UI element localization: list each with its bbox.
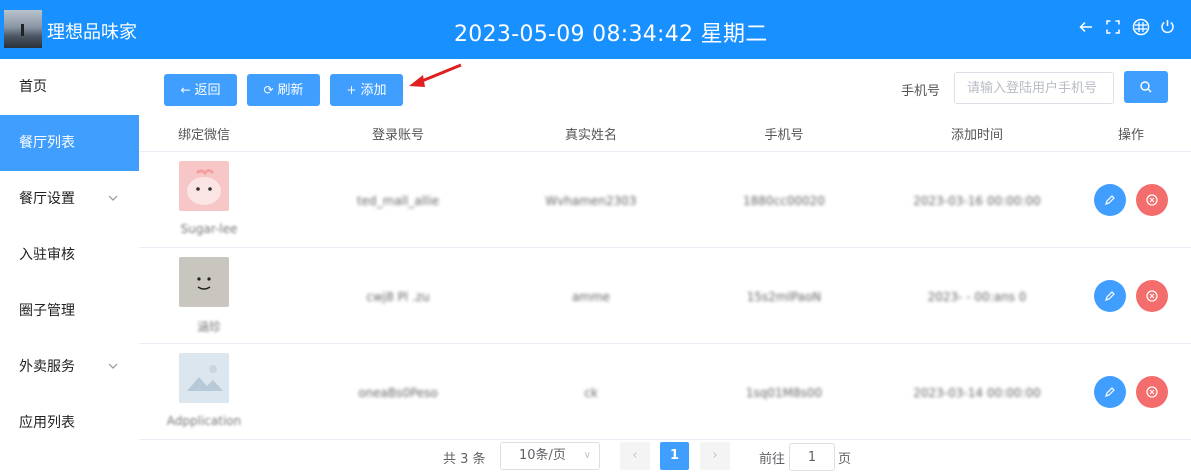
table-row: Adpplication oneaBs0Peso ck 1sq01M8s00 2…: [139, 343, 1191, 439]
column-header-phone: 手机号: [764, 128, 804, 143]
sidebar-item-label: 入驻审核: [19, 247, 75, 263]
time-cell: 2023-03-16 00:00:00: [913, 194, 1041, 208]
close-circle-icon: [1146, 194, 1158, 206]
sidebar-item-circle-management[interactable]: 圈子管理: [0, 283, 139, 339]
sidebar-item-takeout-service[interactable]: 外卖服务: [0, 339, 139, 395]
wechat-nickname: 涵珍: [196, 320, 221, 334]
sidebar-item-restaurant-settings[interactable]: 餐厅设置: [0, 171, 139, 227]
wechat-avatar: [179, 257, 229, 307]
delete-button[interactable]: [1136, 376, 1168, 408]
refresh-button-label: 刷新: [277, 83, 304, 98]
column-header-wechat: 绑定微信: [177, 128, 230, 143]
clock: 2023-05-09 08:34:42 星期二: [454, 22, 768, 47]
pencil-icon: [1105, 291, 1115, 301]
wechat-nickname: Sugar-lee: [180, 222, 238, 236]
wechat-avatar: [179, 161, 229, 211]
back-button[interactable]: ← 返回: [164, 74, 237, 106]
sidebar-item-home[interactable]: 首页: [0, 59, 139, 115]
next-page-button[interactable]: ›: [700, 442, 730, 470]
page-size-select[interactable]: 10条/页 ∨: [500, 442, 600, 470]
pagination-total: 共 3 条: [443, 452, 486, 467]
delete-button[interactable]: [1136, 184, 1168, 216]
sidebar-item-label: 应用列表: [19, 415, 75, 431]
chevron-left-icon: ‹: [632, 448, 638, 463]
page-suffix-label: 页: [838, 452, 852, 467]
add-button-label: 添加: [360, 83, 387, 98]
table-bottom-divider: [139, 439, 1191, 440]
close-circle-icon: [1146, 386, 1158, 398]
arrow-left-icon: ←: [180, 83, 191, 97]
goto-page-input[interactable]: [789, 443, 835, 471]
name-cell: Wvhamen2303: [545, 194, 637, 208]
account-cell: cwj8 Pl .zu: [366, 290, 430, 304]
delete-button[interactable]: [1136, 280, 1168, 312]
add-button[interactable]: + 添加: [330, 74, 403, 106]
table-row: 涵珍 cwj8 Pl .zu amme 15s2mlPaoN 2023- - 0…: [139, 247, 1191, 343]
account-cell: oneaBs0Peso: [358, 386, 438, 400]
column-header-account: 登录账号: [371, 128, 424, 143]
logo-image: [4, 10, 42, 48]
column-header-actions: 操作: [1117, 128, 1144, 143]
annotation-arrow: [409, 63, 462, 87]
column-header-time: 添加时间: [950, 128, 1003, 143]
time-cell: 2023-03-14 00:00:00: [913, 386, 1041, 400]
app-title: 理想品味家: [47, 22, 137, 43]
sidebar-item-label: 餐厅列表: [19, 135, 75, 151]
header-icons: [1078, 18, 1175, 40]
chevron-down-icon: [108, 339, 118, 395]
chevron-right-icon: ›: [712, 448, 718, 463]
page-size-label: 10条/页: [519, 448, 566, 463]
sidebar-item-label: 首页: [19, 79, 47, 95]
fullscreen-icon[interactable]: [1105, 18, 1121, 40]
sidebar-item-label: 餐厅设置: [19, 191, 75, 207]
pencil-icon: [1105, 195, 1115, 205]
chevron-down-icon: ∨: [583, 450, 591, 461]
sidebar-item-label: 圈子管理: [19, 303, 75, 319]
back-button-label: 返回: [194, 83, 221, 98]
phone-cell: 1880cc00020: [743, 194, 825, 208]
refresh-button[interactable]: ⟳ 刷新: [247, 74, 320, 106]
theme-icon[interactable]: [1132, 18, 1150, 40]
time-cell: 2023- - 00:ans 0: [927, 290, 1027, 304]
sidebar-item-label: 外卖服务: [19, 359, 75, 375]
goto-label: 前往: [759, 452, 786, 467]
top-bar: 理想品味家 2023-05-09 08:34:42 星期二: [0, 0, 1191, 59]
edit-button[interactable]: [1094, 280, 1126, 312]
sidebar-item-restaurant-list[interactable]: 餐厅列表: [0, 115, 139, 171]
search-label: 手机号: [901, 84, 941, 99]
close-circle-icon: [1146, 290, 1158, 302]
search-icon: [1140, 81, 1152, 93]
plus-icon: +: [346, 83, 357, 97]
wechat-nickname: Adpplication: [166, 414, 242, 428]
chevron-down-icon: [108, 171, 118, 227]
edit-button[interactable]: [1094, 184, 1126, 216]
current-page-button[interactable]: 1: [660, 442, 689, 470]
column-header-name: 真实姓名: [564, 128, 617, 143]
table-row: Sugar-lee ted_mall_allie Wvhamen2303 188…: [139, 151, 1191, 247]
sidebar: 首页 餐厅列表 餐厅设置 入驻审核 圈子管理 外卖服务 应用列表: [0, 59, 139, 476]
edit-button[interactable]: [1094, 376, 1126, 408]
account-cell: ted_mall_allie: [356, 194, 440, 208]
phone-cell: 15s2mlPaoN: [746, 290, 822, 304]
pencil-icon: [1105, 387, 1115, 397]
prev-page-button[interactable]: ‹: [620, 442, 650, 470]
phone-cell: 1sq01M8s00: [745, 386, 823, 400]
name-cell: amme: [571, 290, 611, 304]
phone-search-input[interactable]: [954, 72, 1114, 104]
power-icon[interactable]: [1159, 18, 1175, 40]
refresh-icon: ⟳: [263, 83, 274, 97]
sidebar-item-entry-review[interactable]: 入驻审核: [0, 227, 139, 283]
sidebar-item-app-list[interactable]: 应用列表: [0, 395, 139, 451]
back-arrow-icon[interactable]: [1078, 18, 1094, 40]
name-cell: ck: [584, 386, 598, 400]
search-button[interactable]: [1124, 71, 1168, 103]
wechat-avatar: [179, 353, 229, 403]
